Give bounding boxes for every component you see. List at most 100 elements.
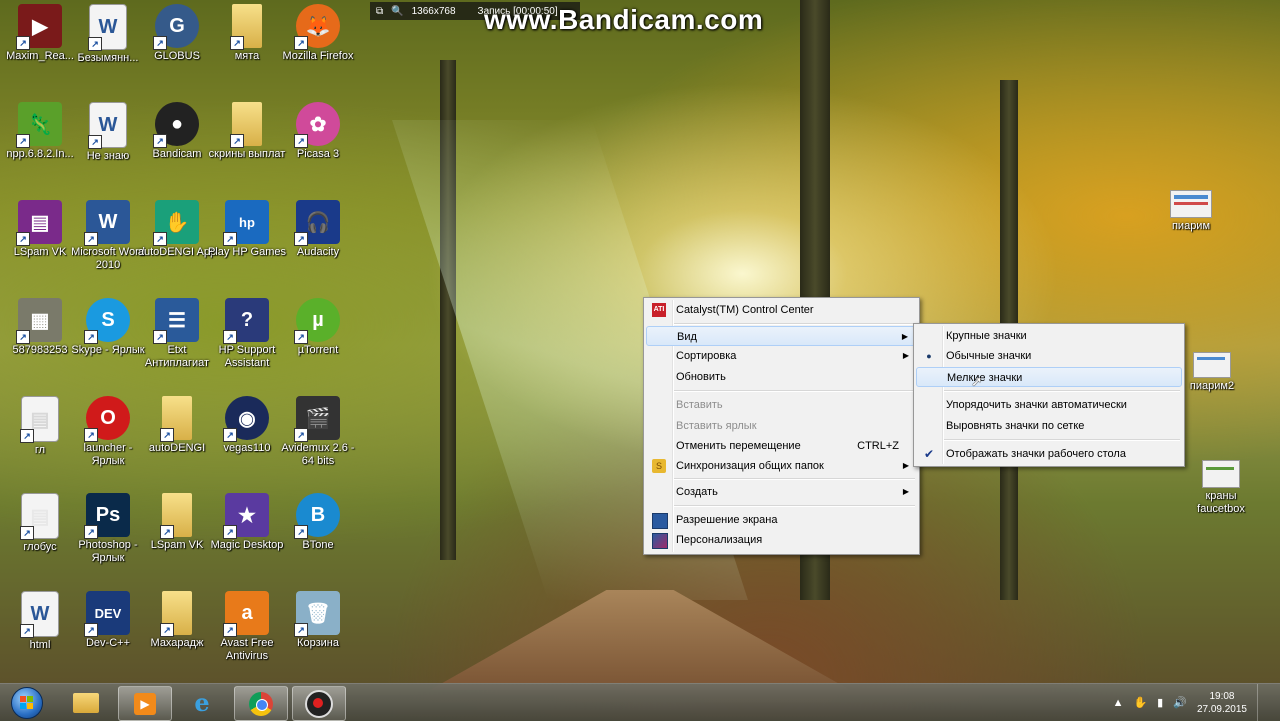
- menu-item-auto-arrange[interactable]: Упорядочить значки автоматически: [916, 395, 1182, 415]
- menu-item-view[interactable]: Вид ▶: [646, 326, 917, 346]
- menu-item-new[interactable]: Создать ▶: [646, 482, 917, 502]
- shortcut-arrow-icon: ↗: [88, 37, 102, 51]
- icon-label: скрины выплат: [208, 148, 286, 160]
- icon-label: Avidemux 2.6 - 64 bits: [281, 442, 355, 467]
- desktop-icon[interactable]: 🦊 ↗ Mozilla Firefox: [278, 4, 358, 63]
- menu-item-personalize[interactable]: Персонализация: [646, 530, 917, 550]
- opera-icon: O ↗: [84, 396, 130, 442]
- icon-label: Picasa 3: [296, 148, 340, 160]
- desktop-icon[interactable]: ✋ ↗ autoDENGI App: [137, 200, 217, 259]
- menu-item-label: Мелкие значки: [947, 372, 1023, 384]
- clock[interactable]: 19:08 27.09.2015: [1197, 690, 1247, 716]
- taskbar-internet-explorer[interactable]: e: [176, 686, 228, 719]
- menu-item-paste[interactable]: Вставить: [646, 395, 917, 415]
- document-thumbnail-icon: [1193, 352, 1231, 378]
- etxt-icon: ☰ ↗: [153, 298, 199, 344]
- desktop-icon-kranyfaucetbox[interactable]: краны faucetbox: [1181, 460, 1261, 516]
- desktop-icon[interactable]: ↗ мята: [207, 4, 287, 63]
- desktop-icon[interactable]: W ↗ Не знаю: [68, 102, 148, 163]
- desktop-icon[interactable]: W ↗ Microsoft Word 2010: [68, 200, 148, 272]
- shortcut-arrow-icon: ↗: [223, 623, 237, 637]
- shortcut-arrow-icon: ↗: [160, 525, 174, 539]
- volume-icon[interactable]: 🔊: [1173, 696, 1187, 709]
- tray-app-icon[interactable]: ✋: [1133, 696, 1147, 709]
- menu-item-small-icons[interactable]: Мелкие значки ➚: [916, 367, 1182, 388]
- desktop-icon[interactable]: DEV ↗ Dev-C++: [68, 591, 148, 650]
- menu-item-show-desktop-icons[interactable]: ✔ Отображать значки рабочего стола: [916, 444, 1182, 464]
- menu-item-refresh[interactable]: Обновить: [646, 367, 917, 387]
- amd-icon: ATI: [652, 303, 666, 317]
- desktop-icon[interactable]: µ ↗ µTorrent: [278, 298, 358, 357]
- menu-separator: [674, 390, 915, 392]
- desktop-icon[interactable]: B ↗ BTone: [278, 493, 358, 552]
- desktop-icon[interactable]: 🎧 ↗ Audacity: [278, 200, 358, 259]
- desktop-icon[interactable]: ● ↗ Bandicam: [137, 102, 217, 161]
- desktop-icon[interactable]: G ↗ GLOBUS: [137, 4, 217, 63]
- desktop-icon[interactable]: O ↗ launcher - Ярлык: [68, 396, 148, 468]
- magic-desktop-icon: ★ ↗: [223, 493, 269, 539]
- desktop-icon-piarim[interactable]: пиарим: [1151, 190, 1231, 233]
- desktop-icon[interactable]: 🗑 ↗ Корзина: [278, 591, 358, 650]
- desktop-icon[interactable]: ☰ ↗ Etxt Антиплагиат: [137, 298, 217, 370]
- autodengi-app-icon: ✋ ↗: [153, 200, 199, 246]
- desktop-icon[interactable]: 🎬 ↗ Avidemux 2.6 - 64 bits: [278, 396, 358, 468]
- shortcut-arrow-icon: ↗: [160, 428, 174, 442]
- show-hidden-icons-icon[interactable]: ▲: [1113, 697, 1124, 709]
- desktop-icon[interactable]: ↗ LSpam VK: [137, 493, 217, 552]
- menu-item-screen-resolution[interactable]: Разрешение экрана: [646, 510, 917, 530]
- show-desktop-button[interactable]: [1257, 684, 1270, 721]
- icon-label: autoDENGI App: [137, 246, 217, 258]
- bandicam-icon: ● ↗: [153, 102, 199, 148]
- shortcut-arrow-icon: ↗: [20, 526, 34, 540]
- icon-label: vegas110: [223, 442, 271, 454]
- desktop-icon[interactable]: ↗ Махарадж: [137, 591, 217, 650]
- desktop-icon[interactable]: ↗ autoDENGI: [137, 396, 217, 455]
- taskbar-media-player[interactable]: ▶: [118, 686, 172, 721]
- shortcut-arrow-icon: ↗: [20, 624, 34, 638]
- folder-icon: ↗: [160, 396, 192, 442]
- menu-item-catalyst[interactable]: ATI Catalyst(TM) Control Center: [646, 300, 917, 320]
- menu-item-large-icons[interactable]: Крупные значки: [916, 326, 1182, 346]
- menu-item-align-grid[interactable]: Выровнять значки по сетке: [916, 416, 1182, 436]
- network-icon[interactable]: ▮: [1157, 696, 1163, 709]
- desktop-icon[interactable]: ? ↗ HP Support Assistant: [207, 298, 287, 370]
- menu-item-label: Вид: [677, 331, 697, 343]
- desktop-icon[interactable]: ✿ ↗ Picasa 3: [278, 102, 358, 161]
- menu-item-medium-icons[interactable]: ● Обычные значки: [916, 346, 1182, 366]
- icon-label: LSpam VK: [150, 539, 204, 551]
- utorrent-icon: µ ↗: [294, 298, 340, 344]
- start-button[interactable]: [4, 685, 50, 720]
- desktop-icon[interactable]: Ps ↗ Photoshop - Ярлык: [68, 493, 148, 565]
- menu-item-sort[interactable]: Сортировка ▶: [646, 346, 917, 366]
- desktop-icon[interactable]: ◉ ↗ vegas110: [207, 396, 287, 455]
- menu-item-undo-move[interactable]: Отменить перемещение CTRL+Z: [646, 436, 917, 456]
- menu-item-label: Вставить ярлык: [676, 420, 757, 432]
- desktop-icon[interactable]: W ↗ Безымянн...: [68, 4, 148, 65]
- icon-label: Microsoft Word 2010: [71, 246, 145, 271]
- menu-item-label: Разрешение экрана: [676, 514, 778, 526]
- folder-icon: ↗: [230, 102, 262, 148]
- menu-item-label: Отображать значки рабочего стола: [946, 448, 1126, 460]
- bandicam-icon: [305, 689, 333, 718]
- shortcut-arrow-icon: ↗: [223, 525, 237, 539]
- icon-label: Skype - Ярлык: [71, 344, 145, 356]
- desktop-icon[interactable]: ★ ↗ Magic Desktop: [207, 493, 287, 552]
- winrar-icon: ▤ ↗: [16, 200, 62, 246]
- shortcut-arrow-icon: ↗: [16, 134, 30, 148]
- taskbar-bandicam[interactable]: [292, 686, 346, 721]
- icon-label: Dev-C++: [85, 637, 131, 649]
- globus-app-icon: G ↗: [153, 4, 199, 50]
- desktop-icon[interactable]: a ↗ Avast Free Antivirus: [207, 591, 287, 663]
- shortcut-arrow-icon: ↗: [84, 623, 98, 637]
- desktop-icon[interactable]: S ↗ Skype - Ярлык: [68, 298, 148, 357]
- desktop-icon[interactable]: hp ↗ Play HP Games: [207, 200, 287, 259]
- system-tray: ▲ ✋ ▮ 🔊 19:08 27.09.2015: [1113, 684, 1280, 721]
- taskbar-explorer[interactable]: [60, 686, 112, 719]
- menu-item-paste-shortcut[interactable]: Вставить ярлык: [646, 416, 917, 436]
- menu-item-label: Отменить перемещение: [676, 440, 801, 452]
- menu-item-sync[interactable]: S Синхронизация общих папок ▶: [646, 456, 917, 476]
- taskbar-chrome[interactable]: [234, 686, 288, 721]
- shortcut-arrow-icon: ↗: [294, 232, 308, 246]
- menu-item-label: Упорядочить значки автоматически: [946, 399, 1127, 411]
- desktop-icon[interactable]: ↗ скрины выплат: [207, 102, 287, 161]
